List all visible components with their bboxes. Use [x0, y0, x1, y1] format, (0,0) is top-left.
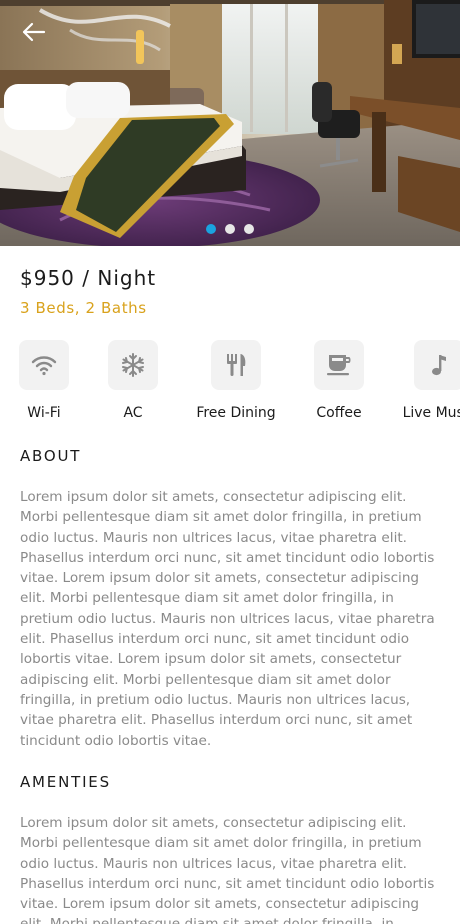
- fork-knife-icon: [227, 354, 246, 376]
- amenities-description: Lorem ipsum dolor sit amets, consectetur…: [20, 815, 435, 924]
- amenity-icon-box: [211, 340, 261, 390]
- carousel-dot-2[interactable]: [225, 224, 235, 234]
- snowflake-icon: [122, 353, 144, 377]
- price-per-night: $950 / Night: [20, 266, 157, 290]
- amenity-live-music[interactable]: Live Music: [403, 340, 460, 421]
- hotel-room-photo: [0, 0, 460, 246]
- amenity-icon-box: [19, 340, 69, 390]
- music-note-icon: [432, 355, 446, 376]
- back-arrow-icon: [22, 22, 46, 42]
- amenity-wifi[interactable]: Wi-Fi: [19, 340, 69, 421]
- hero-image-carousel[interactable]: [0, 0, 460, 246]
- about-description: Lorem ipsum dolor sit amets, consectetur…: [20, 489, 435, 749]
- coffee-cup-icon: [327, 355, 351, 376]
- amenity-label: AC: [123, 405, 143, 421]
- about-heading: ABOUT: [20, 447, 82, 465]
- amenity-label: Free Dining: [196, 405, 276, 421]
- amenity-ac[interactable]: AC: [108, 340, 158, 421]
- rooms-summary: 3 Beds, 2 Baths: [20, 299, 147, 317]
- amenity-icon-box: [314, 340, 364, 390]
- carousel-dot-1[interactable]: [206, 224, 216, 234]
- back-button[interactable]: [16, 14, 56, 50]
- wifi-icon: [31, 356, 57, 376]
- amenities-list: Wi-Fi AC Free Dining Coffee Live Mu: [0, 340, 460, 430]
- amenity-icon-box: [108, 340, 158, 390]
- amenity-icon-box: [414, 340, 460, 390]
- amenity-coffee[interactable]: Coffee: [314, 340, 364, 421]
- amenity-label: Coffee: [316, 405, 362, 421]
- amenities-heading: AMENTIES: [20, 773, 111, 791]
- carousel-indicator: [0, 224, 460, 234]
- carousel-dot-3[interactable]: [244, 224, 254, 234]
- amenity-label: Wi-Fi: [27, 405, 61, 421]
- amenity-label: Live Music: [402, 405, 460, 421]
- amenity-free-dining[interactable]: Free Dining: [196, 340, 276, 421]
